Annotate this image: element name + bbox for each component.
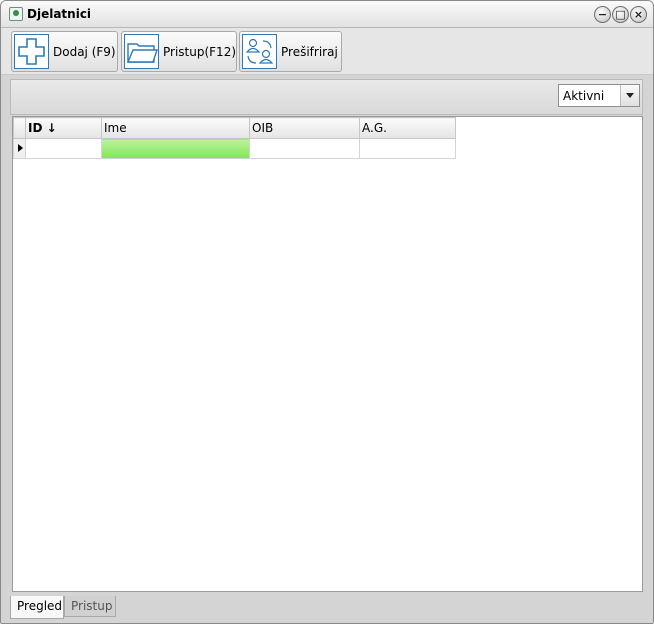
app-tree-icon xyxy=(9,7,23,21)
bottom-tabs: Pregled Pristup xyxy=(1,593,653,623)
tab-pregled[interactable]: Pregled xyxy=(10,596,64,619)
title-bar[interactable]: Djelatnici − □ × xyxy=(1,1,653,28)
djelatnici-window: Djelatnici − □ × Dodaj (F9) Pristup(F12) xyxy=(0,0,654,624)
data-table: ID ↓ Ime OIB A.G. xyxy=(13,117,456,159)
cell-oib[interactable] xyxy=(249,138,360,159)
pristup-label: Pristup(F12) xyxy=(163,45,237,59)
toolbar: Dodaj (F9) Pristup(F12) Prešifriraj xyxy=(1,28,653,75)
chevron-down-icon[interactable] xyxy=(620,85,639,106)
djelatnici-grid[interactable]: ID ↓ Ime OIB A.G. xyxy=(12,116,643,592)
column-header-ime[interactable]: Ime xyxy=(101,117,250,139)
row-indicator[interactable] xyxy=(13,138,26,159)
cell-ime[interactable] xyxy=(101,138,250,159)
row-indicator-header xyxy=(13,117,26,139)
dodaj-button[interactable]: Dodaj (F9) xyxy=(11,31,118,72)
pristup-button[interactable]: Pristup(F12) xyxy=(121,31,237,72)
maximize-button[interactable]: □ xyxy=(612,6,629,23)
presifriraj-button[interactable]: Prešifriraj xyxy=(239,31,342,72)
plus-icon xyxy=(14,34,49,69)
table-header-row: ID ↓ Ime OIB A.G. xyxy=(13,117,456,139)
folder-icon xyxy=(124,34,159,69)
status-filter-select[interactable]: Aktivni xyxy=(558,84,640,107)
column-header-ag[interactable]: A.G. xyxy=(359,117,456,139)
cell-id[interactable] xyxy=(25,138,102,159)
users-sync-icon xyxy=(242,34,277,69)
column-header-oib[interactable]: OIB xyxy=(249,117,360,139)
window-title: Djelatnici xyxy=(27,7,92,21)
filter-bar: Aktivni xyxy=(10,79,643,115)
minimize-button[interactable]: − xyxy=(594,6,611,23)
presifriraj-label: Prešifriraj xyxy=(281,45,338,59)
tab-pristup[interactable]: Pristup xyxy=(64,596,116,617)
cell-ag[interactable] xyxy=(359,138,456,159)
close-button[interactable]: × xyxy=(630,6,647,23)
status-filter-value: Aktivni xyxy=(563,89,605,103)
table-row[interactable] xyxy=(13,138,456,159)
column-header-id[interactable]: ID ↓ xyxy=(25,117,102,139)
dodaj-label: Dodaj (F9) xyxy=(53,45,116,59)
